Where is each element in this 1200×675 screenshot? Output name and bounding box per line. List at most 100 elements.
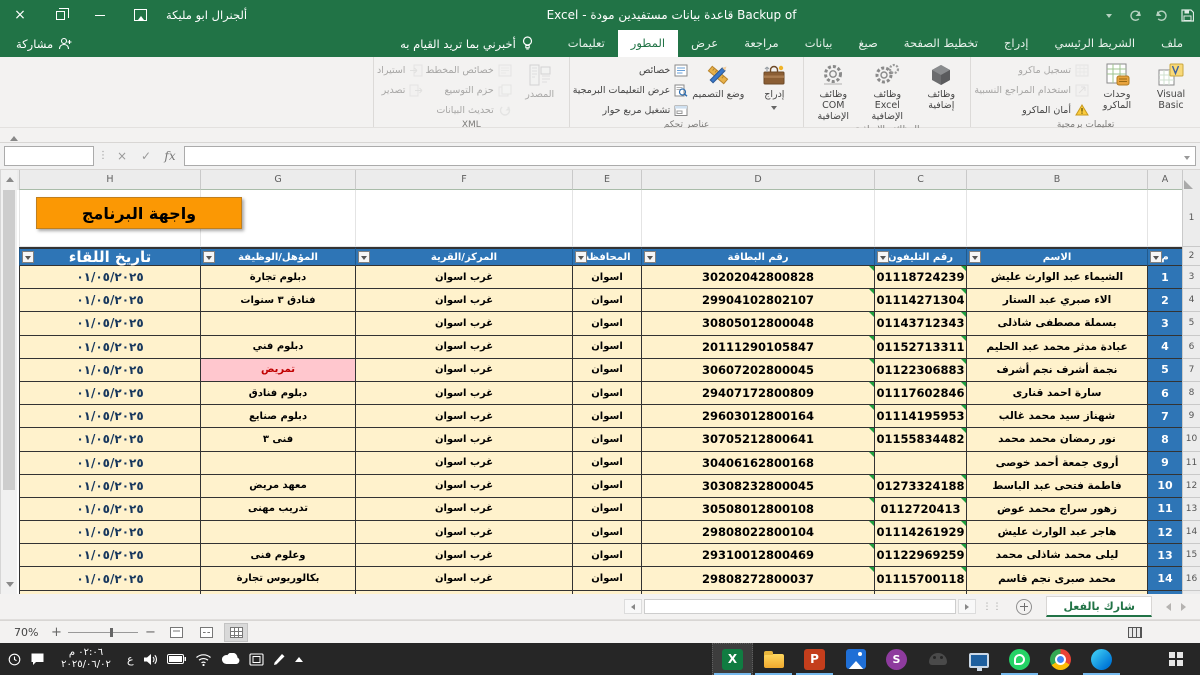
cell-gov[interactable]: اسوان	[572, 336, 641, 359]
pen-icon[interactable]	[273, 653, 286, 666]
cell-phone[interactable]: 01117602846	[874, 382, 966, 405]
filter-dropdown-icon[interactable]	[22, 251, 34, 263]
insert-function-icon[interactable]: fx	[160, 149, 180, 163]
cell-num[interactable]: 5	[1147, 359, 1182, 382]
close-icon[interactable]: ×	[0, 0, 40, 30]
cell-qual[interactable]: وعلوم فنى	[200, 544, 355, 567]
cell-date[interactable]: ٠١/٠٥/٢٠٢٥	[19, 289, 200, 312]
cell-name[interactable]: هاجر عبد الوارث عليش	[966, 521, 1147, 544]
tab-help[interactable]: تعليمات	[555, 30, 618, 57]
taskbar-excel-icon[interactable]: X	[712, 643, 753, 675]
cell-gov[interactable]: اسوان	[572, 498, 641, 521]
taskbar-settings-app-icon[interactable]: S	[876, 643, 917, 675]
scroll-up-icon[interactable]	[1, 170, 18, 187]
cell-qual[interactable]: معهد مريض	[200, 475, 355, 498]
cell-name[interactable]: الاء صبري عبد الستار	[966, 289, 1147, 312]
table-header-id[interactable]: رقم البطاقة	[641, 247, 874, 266]
interface-button[interactable]: واجهة البرنامج	[36, 197, 242, 229]
cell-village[interactable]: غرب اسوان	[355, 544, 572, 567]
row-header-3[interactable]: 3	[1182, 266, 1200, 289]
cell-village[interactable]: غرب اسوان	[355, 498, 572, 521]
column-header-A[interactable]: A	[1147, 170, 1182, 190]
language-indicator[interactable]: ع	[127, 653, 134, 666]
page-layout-view-button[interactable]	[164, 623, 188, 642]
cell-date[interactable]: ٠١/٠٥/٢٠٢٥	[19, 567, 200, 590]
cell-date[interactable]: ٠١/٠٥/٢٠٢٥	[19, 428, 200, 451]
cell-qual[interactable]: بكالوريوس تجارة	[200, 567, 355, 590]
cell-village[interactable]: غرب اسوان	[355, 359, 572, 382]
tell-me-box[interactable]: أخبرني بما تريد القيام به	[400, 30, 533, 57]
column-header-E[interactable]: E	[572, 170, 641, 190]
addins-button[interactable]: وظائف إضافية	[915, 58, 967, 123]
row-header-4[interactable]: 4	[1182, 289, 1200, 312]
sheet-nav-next-icon[interactable]	[1162, 603, 1171, 611]
formula-bar-splitter[interactable]: ⋮	[98, 151, 108, 161]
taskbar-edge-icon[interactable]	[1081, 643, 1122, 675]
cell-phone[interactable]: 01114271304	[874, 289, 966, 312]
row-header-1[interactable]: 1	[1182, 190, 1200, 247]
cell-id[interactable]: 30308232800045	[641, 475, 874, 498]
column-header-H[interactable]: H	[19, 170, 200, 190]
map-properties-button[interactable]: خصائص المخطط	[425, 62, 511, 78]
empty-cell[interactable]	[966, 190, 1147, 247]
row-header-12[interactable]: 12	[1182, 475, 1200, 498]
row-header-16[interactable]: 16	[1182, 567, 1200, 590]
cell-gov[interactable]: اسوان	[572, 544, 641, 567]
cell-date[interactable]: ٠١/٠٥/٢٠٢٥	[19, 521, 200, 544]
cell-phone[interactable]: 01114261929	[874, 521, 966, 544]
cell-id[interactable]: 29310012800469	[641, 544, 874, 567]
cell-phone[interactable]	[874, 452, 966, 475]
start-button[interactable]	[1156, 643, 1196, 675]
cell-name[interactable]: فاطمة فتحى عبد الباسط	[966, 475, 1147, 498]
filter-dropdown-icon[interactable]	[1150, 251, 1162, 263]
macros-button[interactable]: وحدات الماكرو	[1091, 58, 1143, 118]
empty-cell[interactable]	[641, 190, 874, 247]
page-break-view-button[interactable]	[194, 623, 218, 642]
cell-gov[interactable]: اسوان	[572, 405, 641, 428]
cell-name[interactable]: نجمة أشرف نجم أشرف	[966, 359, 1147, 382]
taskbar-powerpoint-icon[interactable]: P	[794, 643, 835, 675]
cell-num[interactable]: 6	[1147, 382, 1182, 405]
com-addins-button[interactable]: وظائف COM الإضافية	[807, 58, 859, 123]
empty-cell[interactable]	[355, 190, 572, 247]
zoom-in-icon[interactable]: +	[48, 625, 64, 640]
table-header-village[interactable]: المركز/القرية	[355, 247, 572, 266]
cell-qual[interactable]: فنادق ٣ سنوات	[200, 289, 355, 312]
zoom-out-icon[interactable]: −	[142, 625, 158, 640]
macro-record-status-icon[interactable]	[1128, 627, 1142, 638]
cell-id[interactable]: 30406162800168	[641, 452, 874, 475]
collapse-ribbon-icon[interactable]	[10, 132, 18, 141]
cell-gov[interactable]: اسوان	[572, 266, 641, 289]
cell-gov[interactable]: اسوان	[572, 428, 641, 451]
row-header-7[interactable]: 7	[1182, 359, 1200, 382]
taskbar-chrome-icon[interactable]	[1040, 643, 1081, 675]
cell-village[interactable]: غرب اسوان	[355, 452, 572, 475]
redo-icon[interactable]	[1122, 0, 1148, 30]
cell-num[interactable]: 2	[1147, 289, 1182, 312]
cell-name[interactable]: نور رمضان محمد محمد	[966, 428, 1147, 451]
cell-num[interactable]: 13	[1147, 544, 1182, 567]
cell-village[interactable]: غرب اسوان	[355, 266, 572, 289]
row-header-2[interactable]: 2	[1182, 247, 1200, 266]
cell-num[interactable]: 12	[1147, 521, 1182, 544]
cell-name[interactable]: أروى جمعة أحمد خوصى	[966, 452, 1147, 475]
export-button[interactable]: تصدير	[377, 82, 423, 98]
insert-control-button[interactable]: إدراج	[748, 58, 800, 118]
table-header-phone[interactable]: رقم التليفون	[874, 247, 966, 266]
cell-gov[interactable]: اسوان	[572, 312, 641, 335]
cell-phone[interactable]: 01152713311	[874, 336, 966, 359]
minimize-icon[interactable]	[80, 0, 120, 30]
cell-date[interactable]: ٠١/٠٥/٢٠٢٥	[19, 336, 200, 359]
cell-num[interactable]: 10	[1147, 475, 1182, 498]
account-name[interactable]: ألجنرال ابو مليكة	[166, 8, 247, 22]
row-header-9[interactable]: 9	[1182, 405, 1200, 428]
table-header-num[interactable]: م	[1147, 247, 1182, 266]
cell-phone[interactable]: 01114195953	[874, 405, 966, 428]
row-header-14[interactable]: 14	[1182, 521, 1200, 544]
cell-id[interactable]: 29904102802107	[641, 289, 874, 312]
empty-cell[interactable]	[572, 190, 641, 247]
tab-data[interactable]: بيانات	[792, 30, 846, 57]
cell-qual[interactable]: تدريب مهنى	[200, 498, 355, 521]
sheet-nav-prev-icon[interactable]	[1181, 603, 1190, 611]
run-dialog-button[interactable]: تشغيل مربع حوار	[573, 102, 689, 118]
